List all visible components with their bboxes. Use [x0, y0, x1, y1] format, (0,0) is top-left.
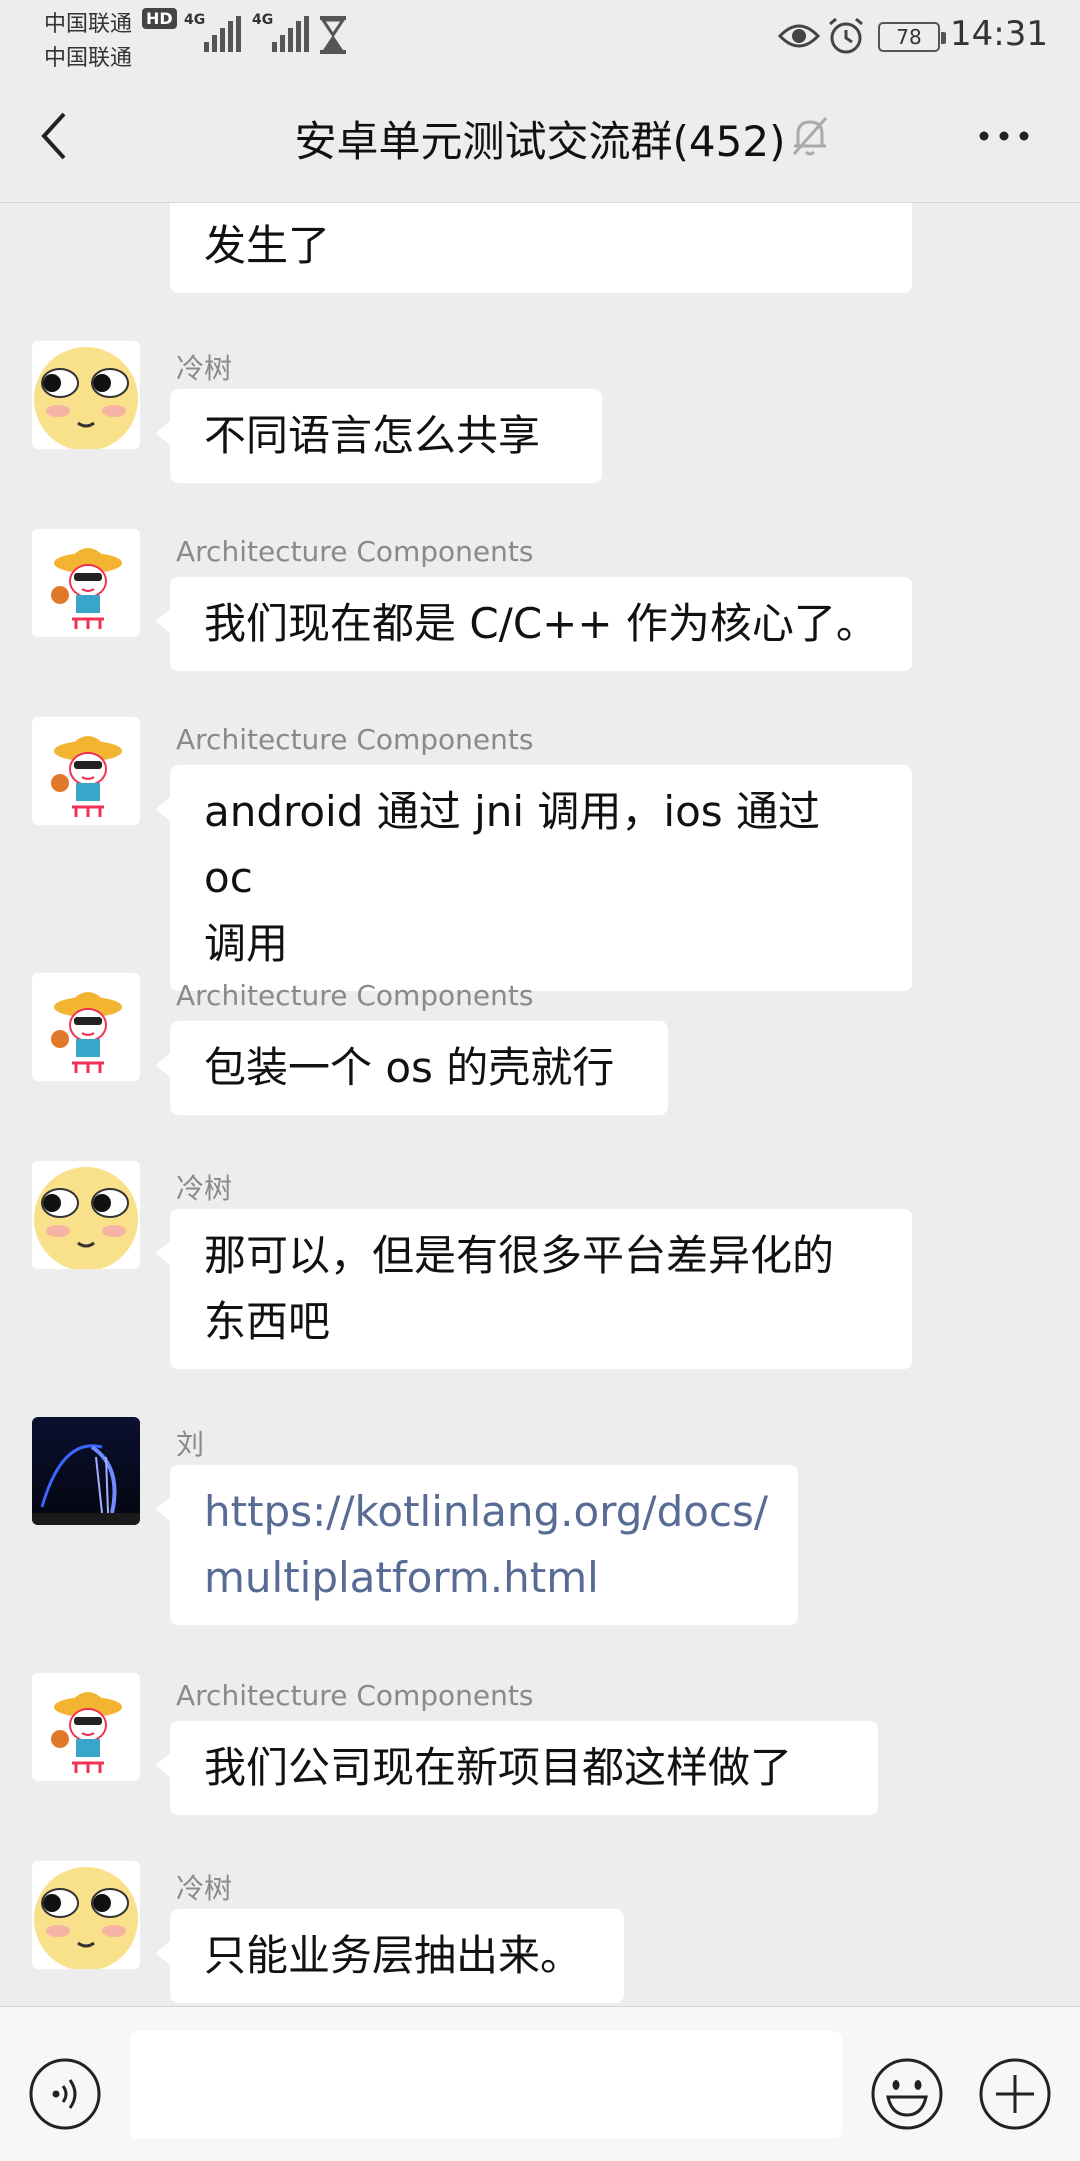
- bell-off-icon: [792, 117, 828, 156]
- night-photo-icon: [32, 1417, 140, 1525]
- input-bar: [0, 2006, 1080, 2161]
- status-time: 14:31: [950, 14, 1048, 54]
- cartoon-character-icon: [32, 973, 140, 1081]
- message-line: 包装一个 os 的壳就行: [204, 1043, 615, 1092]
- avatar[interactable]: [32, 1861, 140, 1969]
- message-line: 东西吧: [204, 1297, 331, 1346]
- message-bubble[interactable]: 我们公司现在新项目都这样做了: [156, 1721, 878, 1815]
- link-bubble[interactable]: https://kotlinlang.org/docs/ multiplatfo…: [156, 1465, 798, 1625]
- voice-icon[interactable]: [28, 2057, 102, 2131]
- message-bubble[interactable]: 我们现在都是 C/C++ 作为核心了。: [156, 577, 912, 671]
- emoji-icon[interactable]: [870, 2057, 944, 2131]
- message-bubble[interactable]: 只能业务层抽出来。: [156, 1909, 624, 2003]
- message-line: android 通过 jni 调用，ios 通过 oc: [204, 787, 820, 902]
- network-1-label: 4G: [184, 12, 206, 28]
- sender-name: 冷树: [176, 1872, 233, 1905]
- sender-name: Architecture Components: [176, 1679, 534, 1712]
- emoji-face-icon: [32, 341, 140, 449]
- avatar[interactable]: [32, 529, 140, 637]
- hd-badge: HD: [142, 8, 177, 29]
- message-line: 不同语言怎么共享: [204, 411, 541, 460]
- message-bubble[interactable]: 大于一些代码，尽量避免这种情况 发生了: [170, 203, 912, 293]
- message-line: 我们公司现在新项目都这样做了: [204, 1743, 793, 1792]
- cartoon-character-icon: [32, 529, 140, 637]
- sender-name: 冷树: [176, 1172, 233, 1205]
- message-list[interactable]: 大于一些代码，尽量避免这种情况 发生了 冷树 不同语言怎么共享: [0, 203, 1080, 2005]
- sender-name: 刘: [176, 1428, 205, 1461]
- message-bubble[interactable]: android 通过 jni 调用，ios 通过 oc 调用: [156, 765, 912, 991]
- sender-name: Architecture Components: [176, 979, 534, 1012]
- sender-name: Architecture Components: [176, 535, 534, 568]
- message-bubble[interactable]: 包装一个 os 的壳就行: [156, 1021, 668, 1115]
- carrier-1: 中国联通: [44, 12, 133, 37]
- carrier-2: 中国联通: [44, 46, 133, 71]
- plus-circle-icon[interactable]: [978, 2057, 1052, 2131]
- cartoon-character-icon: [32, 1673, 140, 1781]
- message-bubble[interactable]: 那可以，但是有很多平台差异化的 东西吧: [156, 1209, 912, 1369]
- message-line: 我们现在都是 C/C++ 作为核心了。: [204, 599, 878, 648]
- message-line: 那可以，但是有很多平台差异化的: [204, 1231, 835, 1280]
- avatar[interactable]: [32, 1161, 140, 1269]
- eye-icon: [778, 24, 820, 48]
- link-line[interactable]: https://kotlinlang.org/docs/: [204, 1479, 768, 1545]
- sender-name: Architecture Components: [176, 723, 534, 756]
- network-2-label: 4G: [252, 12, 274, 28]
- chat-title: 安卓单元测试交流群(452): [294, 117, 786, 166]
- avatar[interactable]: [32, 1673, 140, 1781]
- message-input[interactable]: [130, 2031, 842, 2139]
- avatar[interactable]: [32, 973, 140, 1081]
- sender-name: 冷树: [176, 352, 233, 385]
- hourglass-icon: [320, 16, 346, 54]
- message-line: 调用: [204, 919, 289, 968]
- message-bubble[interactable]: 不同语言怎么共享: [156, 389, 602, 483]
- status-bar: 中国联通 中国联通 HD 4G 4G 78 14:31: [0, 0, 1080, 71]
- avatar[interactable]: [32, 341, 140, 449]
- cartoon-character-icon: [32, 717, 140, 825]
- message-line: 只能业务层抽出来。: [204, 1931, 583, 1980]
- message-line: 发生了: [204, 221, 331, 270]
- battery-indicator: 78: [878, 22, 946, 52]
- alarm-icon: [829, 17, 863, 54]
- message-line: 大于一些代码，尽量避免这种情况: [204, 203, 878, 213]
- avatar[interactable]: [32, 1417, 140, 1525]
- chat-header: 安卓单元测试交流群(452): [0, 70, 1080, 203]
- emoji-face-icon: [32, 1161, 140, 1269]
- more-dots-icon[interactable]: [976, 114, 1032, 158]
- link-line[interactable]: multiplatform.html: [204, 1545, 764, 1611]
- emoji-face-icon: [32, 1861, 140, 1969]
- avatar[interactable]: [32, 717, 140, 825]
